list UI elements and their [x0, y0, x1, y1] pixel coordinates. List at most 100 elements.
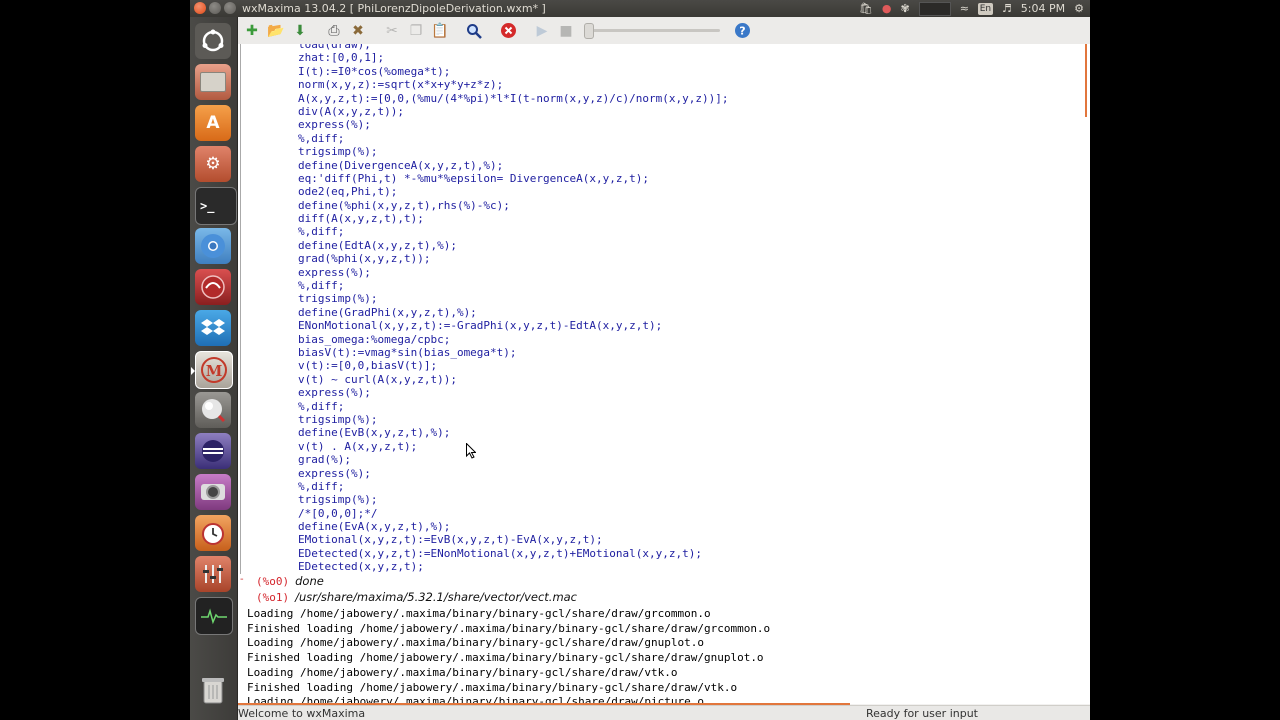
code-line[interactable]: grad(%phi(x,y,z,t));: [298, 252, 728, 265]
clock[interactable]: 5:04 PM: [1021, 2, 1065, 15]
code-line[interactable]: grad(%);: [298, 453, 728, 466]
code-line[interactable]: define(EvA(x,y,z,t),%);: [298, 520, 728, 533]
dash-home-icon[interactable]: [195, 23, 231, 59]
cell-bracket[interactable]: [240, 44, 244, 574]
code-line[interactable]: %,diff;: [298, 132, 728, 145]
play-icon[interactable]: ▶: [532, 21, 552, 40]
code-line[interactable]: EMotional(x,y,z,t):=EvB(x,y,z,t)-EvA(x,y…: [298, 533, 728, 546]
mixer-icon[interactable]: [195, 556, 231, 592]
eclipse-icon[interactable]: [195, 433, 231, 469]
code-line[interactable]: zhat:[0,0,1];: [298, 51, 728, 64]
code-line[interactable]: express(%);: [298, 118, 728, 131]
window-title: wxMaxima 13.04.2 [ PhiLorenzDipoleDeriva…: [242, 2, 546, 15]
help-icon[interactable]: ?: [732, 21, 752, 40]
code-line[interactable]: v(t):=[0,0,biasV(t)];: [298, 359, 728, 372]
config-icon[interactable]: ✖: [348, 21, 368, 40]
code-line[interactable]: %,diff;: [298, 279, 728, 292]
copy-icon[interactable]: ❐: [406, 21, 426, 40]
code-line[interactable]: %,diff;: [298, 400, 728, 413]
code-line[interactable]: define(%phi(x,y,z,t),rhs(%)-%c);: [298, 199, 728, 212]
find-icon[interactable]: [464, 21, 484, 40]
software-center-icon[interactable]: A: [195, 105, 231, 141]
code-line[interactable]: EDetected(x,y,z,t):=ENonMotional(x,y,z,t…: [298, 547, 728, 560]
butterfly-icon[interactable]: ✾: [900, 2, 909, 15]
input-cell[interactable]: load(draw); zhat:[0,0,1]; I(t):=I0*cos(%om…: [298, 44, 728, 574]
status-message: Welcome to wxMaxima: [238, 707, 366, 720]
code-line[interactable]: define(DivergenceA(x,y,z,t),%);: [298, 159, 728, 172]
code-line[interactable]: express(%);: [298, 266, 728, 279]
code-line[interactable]: express(%);: [298, 467, 728, 480]
code-line[interactable]: v(t) ~ curl(A(x,y,z,t));: [298, 373, 728, 386]
gear-icon[interactable]: ⚙: [1074, 2, 1084, 15]
network-meter[interactable]: [918, 1, 951, 16]
svg-text:?: ?: [739, 25, 745, 38]
code-line[interactable]: trigsimp(%);: [298, 292, 728, 305]
trash-icon[interactable]: [195, 672, 231, 708]
status-ready: Ready for user input: [865, 707, 978, 720]
open-icon[interactable]: 📂: [266, 21, 286, 40]
minimize-window-button[interactable]: [209, 2, 221, 14]
system-settings-icon[interactable]: ⚙: [195, 146, 231, 182]
code-line[interactable]: biasV(t):=vmag*sin(bias_omega*t);: [298, 346, 728, 359]
cut-icon[interactable]: ✂: [382, 21, 402, 40]
code-line[interactable]: trigsimp(%);: [298, 493, 728, 506]
volume-icon[interactable]: ♬: [1002, 2, 1012, 15]
save-icon[interactable]: ⬇: [290, 21, 310, 40]
bag-icon[interactable]: 🛍: [859, 2, 873, 15]
system-monitor-icon[interactable]: [195, 597, 233, 635]
wxmaxima-icon[interactable]: M: [191, 351, 233, 389]
code-line[interactable]: A(x,y,z,t):=[0,0,(%mu/(4*%pi)*l*I(t-norm…: [298, 92, 728, 105]
files-icon[interactable]: [195, 64, 231, 100]
print-icon[interactable]: ⎙: [324, 21, 344, 40]
webcam-icon[interactable]: [195, 474, 231, 510]
code-line[interactable]: diff(A(x,y,z,t),t);: [298, 212, 728, 225]
code-line[interactable]: EDetected(x,y,z,t);: [298, 560, 728, 573]
output-line: (%o0) done: [256, 574, 324, 588]
terminal-icon[interactable]: >_: [195, 187, 237, 225]
paste-icon[interactable]: 📋: [430, 21, 450, 40]
animation-slider-handle[interactable]: [584, 23, 594, 39]
wifi-icon[interactable]: ≈: [960, 2, 969, 15]
alarm-clock-icon[interactable]: [195, 515, 231, 551]
code-line[interactable]: ode2(eq,Phi,t);: [298, 185, 728, 198]
output-label: (%o1): [256, 591, 290, 604]
code-line[interactable]: v(t) . A(x,y,z,t);: [298, 440, 728, 453]
code-line[interactable]: define(EdtA(x,y,z,t),%);: [298, 239, 728, 252]
code-line[interactable]: %,diff;: [298, 225, 728, 238]
code-line[interactable]: eq:'diff(Phi,t) *-%mu*%epsilon= Divergen…: [298, 172, 728, 185]
code-line[interactable]: %,diff;: [298, 480, 728, 493]
camera-indicator-icon[interactable]: ●: [882, 2, 892, 15]
dropbox-icon[interactable]: [195, 310, 231, 346]
keyboard-layout-indicator[interactable]: En: [977, 2, 993, 15]
close-window-button[interactable]: [194, 2, 206, 14]
load-message: Loading /home/jabowery/.maxima/binary/bi…: [247, 665, 678, 679]
code-line[interactable]: ENonMotional(x,y,z,t):=-GradPhi(x,y,z,t)…: [298, 319, 728, 332]
code-line[interactable]: define(EvB(x,y,z,t),%);: [298, 426, 728, 439]
code-line[interactable]: load(draw);: [298, 44, 728, 51]
code-line[interactable]: bias_omega:%omega/cpbc;: [298, 333, 728, 346]
new-document-icon[interactable]: ✚: [242, 21, 262, 40]
interrupt-icon[interactable]: [498, 21, 518, 40]
mouse-pointer-icon: [466, 443, 476, 459]
code-line[interactable]: express(%);: [298, 386, 728, 399]
window-controls: [194, 2, 239, 15]
code-line[interactable]: trigsimp(%);: [298, 413, 728, 426]
load-message: Finished loading /home/jabowery/.maxima/…: [247, 680, 738, 694]
code-line[interactable]: /*[0,0,0];*/: [298, 507, 728, 520]
vertical-scrollbar[interactable]: [1085, 44, 1087, 117]
code-line[interactable]: define(GradPhi(x,y,z,t),%);: [298, 306, 728, 319]
stop-icon[interactable]: ■: [556, 21, 576, 40]
code-line[interactable]: norm(x,y,z):=sqrt(x*x+y*y+z*z);: [298, 78, 728, 91]
load-message: Finished loading /home/jabowery/.maxima/…: [247, 651, 764, 665]
code-line[interactable]: div(A(x,y,z,t));: [298, 105, 728, 118]
app-icon-sphere[interactable]: [195, 392, 231, 428]
code-line[interactable]: trigsimp(%);: [298, 145, 728, 158]
animation-slider-track[interactable]: [586, 29, 720, 32]
app-icon-red[interactable]: [195, 269, 231, 305]
worksheet[interactable]: load(draw); zhat:[0,0,1]; I(t):=I0*cos(%om…: [238, 44, 1090, 704]
chromium-icon[interactable]: [195, 228, 231, 264]
status-bar: Welcome to wxMaxima Ready for user input: [238, 705, 1090, 720]
code-line[interactable]: I(t):=I0*cos(%omega*t);: [298, 65, 728, 78]
maximize-window-button[interactable]: [224, 2, 236, 14]
launcher: A ⚙ >_ M: [190, 17, 238, 720]
